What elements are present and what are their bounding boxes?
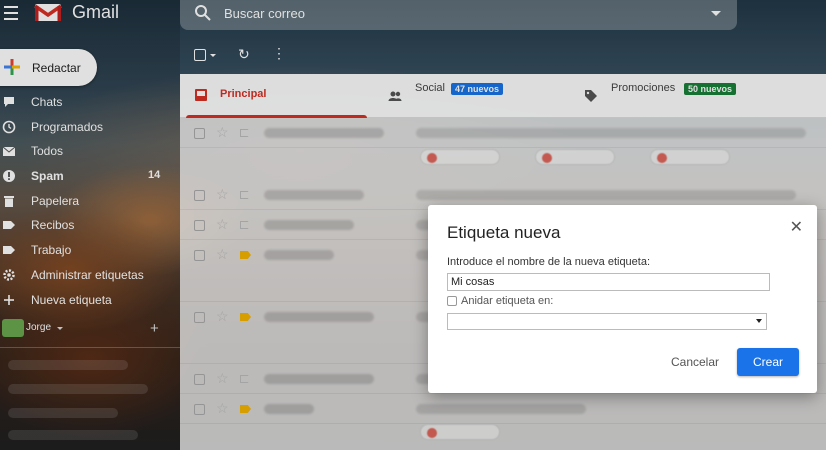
label-name-prompt: Introduce el nombre de la nueva etiqueta… (447, 256, 651, 268)
new-label-dialog: Etiqueta nueva ✕ Introduce el nombre de … (428, 205, 817, 393)
label-name-input[interactable] (447, 273, 770, 291)
parent-label-select[interactable] (447, 313, 767, 330)
chevron-down-icon (756, 319, 762, 323)
create-button[interactable]: Crear (737, 348, 799, 376)
nest-label-text: Anidar etiqueta en: (461, 295, 554, 307)
cancel-button[interactable]: Cancelar (660, 348, 730, 376)
dialog-title: Etiqueta nueva (447, 223, 561, 242)
nest-label-checkbox[interactable] (447, 296, 457, 306)
close-icon[interactable]: ✕ (790, 217, 803, 237)
